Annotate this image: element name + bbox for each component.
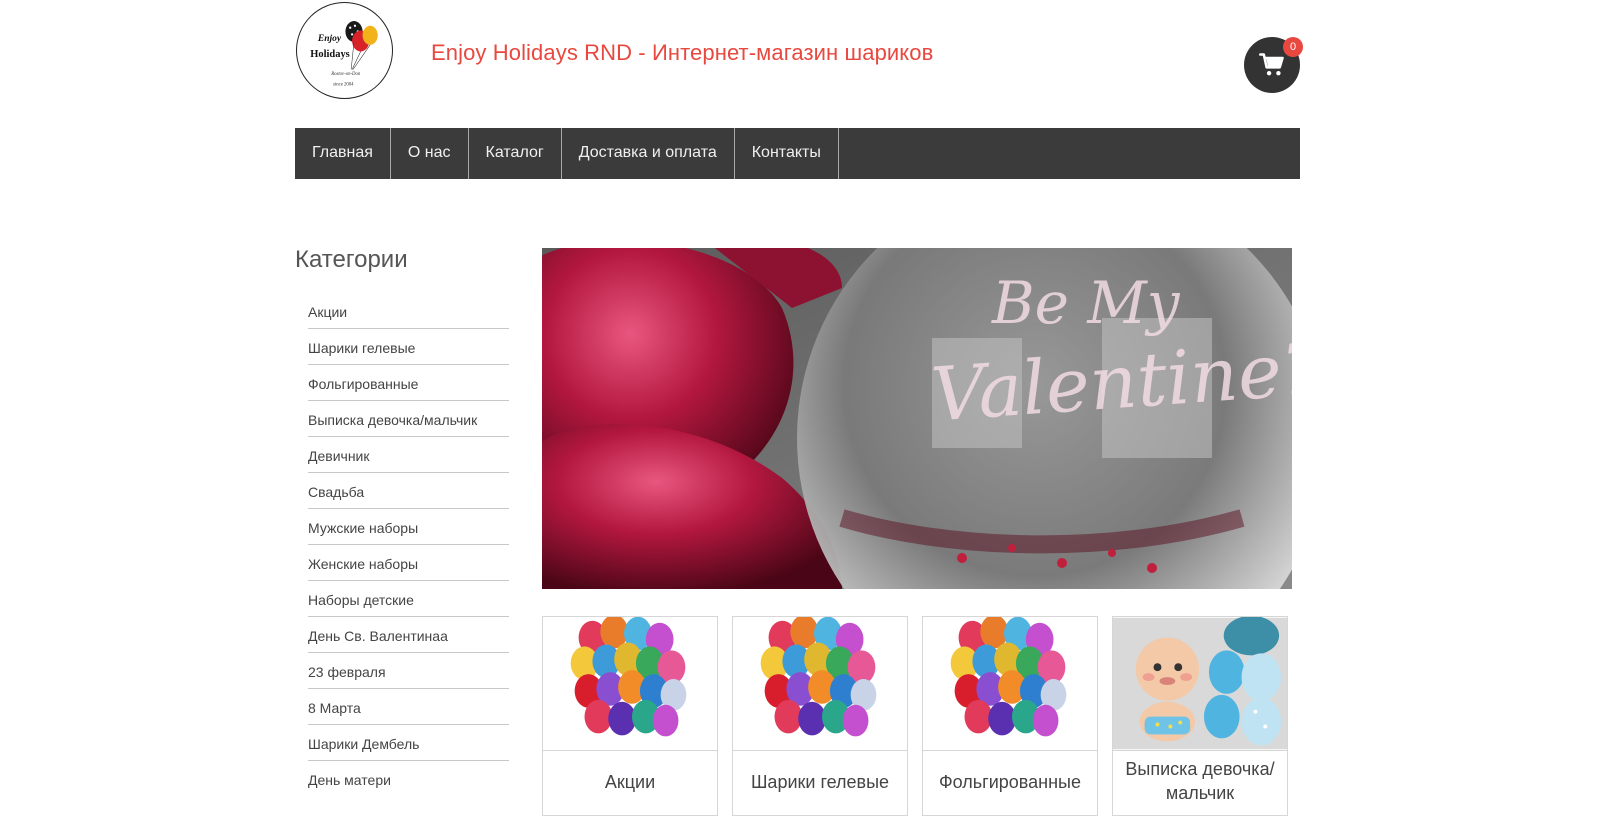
shopping-cart-icon	[1259, 53, 1284, 76]
card-image	[543, 617, 717, 751]
card-image	[733, 617, 907, 751]
nav-item-about[interactable]: О нас	[391, 128, 469, 179]
site-title: Enjoy Holidays RND - Интернет-магазин ша…	[431, 40, 934, 65]
nav-item-delivery[interactable]: Доставка и оплата	[562, 128, 735, 179]
category-cards: Акции Шарики гелевые Фольгированные Выпи…	[542, 616, 1302, 816]
category-card[interactable]: Фольгированные	[922, 616, 1098, 816]
logo-text-city: Rostov-on-Don	[330, 72, 361, 77]
logo-graphic: Enjoy Holidays Rostov-on-Don since 2004	[298, 4, 391, 97]
category-card[interactable]: Выписка девочка/мальчик	[1112, 616, 1288, 816]
card-image	[1113, 617, 1287, 751]
category-item[interactable]: День матери	[308, 761, 509, 797]
category-item[interactable]: Выписка девочка/мальчик	[308, 401, 509, 437]
category-list: Акции Шарики гелевые Фольгированные Выпи…	[308, 293, 509, 797]
balloons-image	[950, 617, 1067, 737]
logo-text-enjoy: Enjoy	[317, 34, 342, 44]
category-item[interactable]: 8 Марта	[308, 689, 509, 725]
category-item[interactable]: 23 февраля	[308, 653, 509, 689]
logo-text-holidays: Holidays	[310, 49, 349, 60]
category-item[interactable]: Девичник	[308, 437, 509, 473]
site-logo[interactable]: Enjoy Holidays Rostov-on-Don since 2004	[296, 2, 393, 99]
category-item[interactable]: Наборы детские	[308, 581, 509, 617]
card-label: Фольгированные	[938, 772, 1082, 792]
categories-heading: Категории	[295, 246, 408, 273]
category-item[interactable]: Шарики Дембель	[308, 725, 509, 761]
page: Enjoy Holidays Rostov-on-Don since 2004 …	[295, 0, 1303, 816]
hero-banner[interactable]: Be My Valentine?	[542, 248, 1292, 589]
nav-item-home[interactable]: Главная	[295, 128, 391, 179]
card-image	[923, 617, 1097, 751]
category-item[interactable]: Фольгированные	[308, 365, 509, 401]
balloons-image	[760, 617, 877, 737]
category-item[interactable]: День Св. Валентинаа	[308, 617, 509, 653]
banner-image: Be My Valentine?	[542, 248, 1292, 589]
main-nav: Главная О нас Каталог Доставка и оплата …	[295, 128, 1300, 179]
category-card[interactable]: Шарики гелевые	[732, 616, 908, 816]
baby-balloons-image	[1113, 617, 1287, 750]
nav-item-contacts[interactable]: Контакты	[735, 128, 839, 179]
cart-count-badge: 0	[1283, 37, 1303, 57]
category-item[interactable]: Мужские наборы	[308, 509, 509, 545]
category-item[interactable]: Женские наборы	[308, 545, 509, 581]
nav-item-catalog[interactable]: Каталог	[469, 128, 562, 179]
category-item[interactable]: Шарики гелевые	[308, 329, 509, 365]
banner-text-line1: Be My	[991, 269, 1181, 337]
card-label: Акции	[604, 772, 656, 792]
category-item[interactable]: Акции	[308, 293, 509, 329]
logo-text-since: since 2004	[333, 83, 354, 88]
category-card[interactable]: Акции	[542, 616, 718, 816]
balloons-image	[570, 617, 687, 737]
card-label: Шарики гелевые	[750, 772, 890, 792]
category-item[interactable]: Свадьба	[308, 473, 509, 509]
